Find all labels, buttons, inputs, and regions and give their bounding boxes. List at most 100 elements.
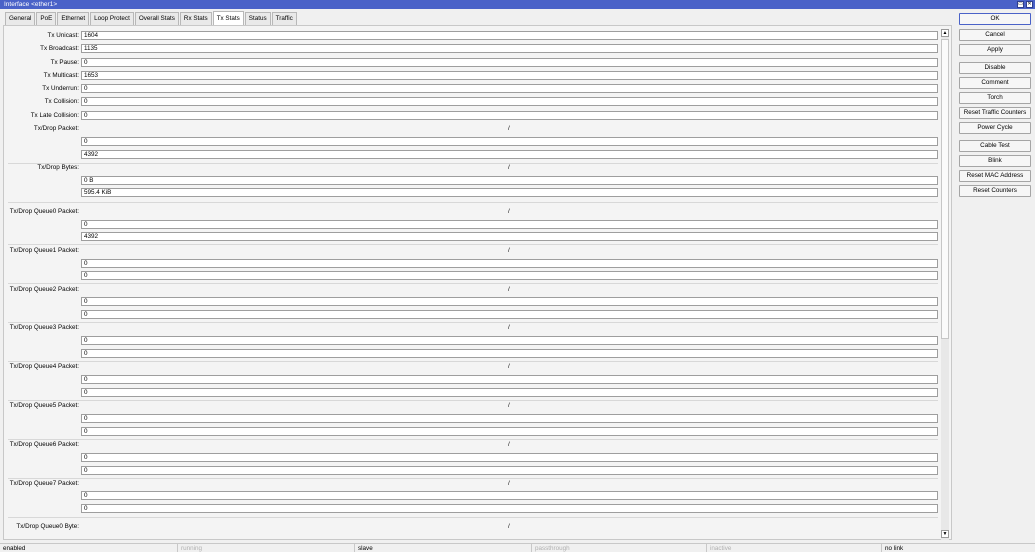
vertical-scrollbar[interactable]: ▲ ▼ (941, 29, 949, 540)
ok-button[interactable]: OK (959, 13, 1031, 25)
blink-button[interactable]: Blink (959, 155, 1031, 167)
queue5-tx-field[interactable]: 0 (81, 414, 938, 423)
queue5-drop-field[interactable]: 0 (81, 427, 938, 436)
field-label: Tx Pause: (50, 59, 79, 66)
tab-rx-stats[interactable]: Rx Stats (179, 12, 212, 25)
field-label: Tx/Drop Queue5 Packet: (9, 402, 79, 409)
tx-underrun-field[interactable]: 0 (81, 84, 938, 93)
close-icon[interactable]: ✕ (1026, 1, 1033, 8)
queue7-tx-field[interactable]: 0 (81, 491, 938, 500)
queue0-byte-header: Tx/Drop Queue0 Byte: / (4, 520, 944, 533)
field-label: Tx/Drop Queue6 Packet: (9, 441, 79, 448)
restore-icon[interactable]: ▭ (1017, 1, 1024, 8)
field-label: Tx/Drop Queue2 Packet: (9, 286, 79, 293)
queue0-drop-field[interactable]: 4392 (81, 232, 938, 241)
field-label: Tx/Drop Packet: (33, 125, 79, 132)
scroll-thumb[interactable] (941, 39, 949, 339)
field-label: Tx/Drop Queue3 Packet: (9, 324, 79, 331)
field-label: Tx Collision: (44, 98, 79, 105)
queue1-drop-row: 0 (4, 269, 944, 282)
tx-collision-field[interactable]: 0 (81, 97, 938, 106)
divider (8, 202, 938, 203)
pair-separator: / (508, 363, 510, 370)
queue7-drop-row: 0 (4, 502, 944, 515)
disable-button[interactable]: Disable (959, 62, 1031, 74)
queue4-tx-row: 0 (4, 373, 944, 386)
status-running: running (178, 544, 355, 552)
queue4-tx-field[interactable]: 0 (81, 375, 938, 384)
reset-traffic-counters-button[interactable]: Reset Traffic Counters (959, 107, 1031, 119)
cable-test-button[interactable]: Cable Test (959, 140, 1031, 152)
comment-button[interactable]: Comment (959, 77, 1031, 89)
tab-general[interactable]: General (5, 12, 36, 25)
queue6-tx-row: 0 (4, 451, 944, 464)
tab-ethernet[interactable]: Ethernet (57, 12, 90, 25)
queue0-packet-header: Tx/Drop Queue0 Packet: / (4, 205, 944, 218)
queue3-packet-header: Tx/Drop Queue3 Packet: / (4, 321, 944, 334)
tx-drop-packet-header: Tx/Drop Packet: / (4, 122, 944, 135)
queue6-tx-field[interactable]: 0 (81, 453, 938, 462)
tx-bytes-field[interactable]: 0 B (81, 176, 938, 185)
window-titlebar[interactable]: Interface <ether1> ▭ ✕ (0, 0, 1035, 9)
status-slave: slave (355, 544, 532, 552)
queue2-drop-field[interactable]: 0 (81, 310, 938, 319)
field-label: Tx/Drop Queue0 Packet: (9, 208, 79, 215)
reset-mac-address-button[interactable]: Reset MAC Address (959, 170, 1031, 182)
tx-collision-row: Tx Collision: 0 (4, 95, 944, 108)
tab-tx-stats[interactable]: Tx Stats (212, 11, 244, 25)
queue3-tx-field[interactable]: 0 (81, 336, 938, 345)
pair-separator: / (508, 208, 510, 215)
queue6-drop-field[interactable]: 0 (81, 466, 938, 475)
tx-late-collision-field[interactable]: 0 (81, 111, 938, 120)
tx-broadcast-field[interactable]: 1135 (81, 44, 938, 53)
queue6-drop-row: 0 (4, 464, 944, 477)
tx-pause-field[interactable]: 0 (81, 58, 938, 67)
drop-packet-field[interactable]: 4392 (81, 150, 938, 159)
tab-traffic[interactable]: Traffic (271, 12, 297, 25)
pair-separator: / (508, 402, 510, 409)
status-bar: enabled running slave passthrough inacti… (0, 543, 1035, 552)
tab-poe[interactable]: PoE (36, 12, 57, 25)
queue3-drop-row: 0 (4, 347, 944, 360)
queue2-tx-row: 0 (4, 295, 944, 308)
field-label: Tx Unicast: (47, 32, 80, 39)
drop-bytes-field[interactable]: 595.4 KiB (81, 188, 938, 197)
queue3-drop-field[interactable]: 0 (81, 349, 938, 358)
tx-late-collision-row: Tx Late Collision: 0 (4, 109, 944, 122)
torch-button[interactable]: Torch (959, 92, 1031, 104)
reset-counters-button[interactable]: Reset Counters (959, 185, 1031, 197)
tab-loop-protect[interactable]: Loop Protect (90, 12, 134, 25)
queue4-drop-field[interactable]: 0 (81, 388, 938, 397)
tx-drop-packet-tx-row: 0 (4, 135, 944, 148)
pair-separator: / (508, 247, 510, 254)
apply-button[interactable]: Apply (959, 44, 1031, 56)
tab-status[interactable]: Status (244, 12, 271, 25)
field-label: Tx/Drop Queue0 Byte: (16, 523, 79, 530)
tx-packet-field[interactable]: 0 (81, 137, 938, 146)
power-cycle-button[interactable]: Power Cycle (959, 122, 1031, 134)
status-inactive: inactive (707, 544, 882, 552)
queue0-tx-field[interactable]: 0 (81, 220, 938, 229)
queue2-tx-field[interactable]: 0 (81, 297, 938, 306)
queue1-tx-field[interactable]: 0 (81, 259, 938, 268)
tx-drop-packet-drop-row: 4392 (4, 148, 944, 161)
tx-drop-bytes-drop-row: 595.4 KiB (4, 186, 944, 199)
field-label: Tx/Drop Queue7 Packet: (9, 480, 79, 487)
scroll-up-icon[interactable]: ▲ (941, 29, 949, 37)
tx-broadcast-row: Tx Broadcast: 1135 (4, 42, 944, 55)
queue5-drop-row: 0 (4, 425, 944, 438)
tx-pause-row: Tx Pause: 0 (4, 56, 944, 69)
tx-stats-panel: Tx Unicast: 1604 Tx Broadcast: 1135 Tx P… (3, 25, 952, 540)
tab-overall-stats[interactable]: Overall Stats (134, 12, 179, 25)
tx-unicast-row: Tx Unicast: 1604 (4, 29, 944, 42)
status-link: no link (885, 545, 904, 552)
cancel-button[interactable]: Cancel (959, 29, 1031, 41)
queue7-drop-field[interactable]: 0 (81, 504, 938, 513)
tx-underrun-row: Tx Underrun: 0 (4, 82, 944, 95)
tx-multicast-field[interactable]: 1653 (81, 71, 938, 80)
queue1-drop-field[interactable]: 0 (81, 271, 938, 280)
tx-unicast-field[interactable]: 1604 (81, 31, 938, 40)
pair-separator: / (508, 324, 510, 331)
field-label: Tx Multicast: (43, 72, 79, 79)
scroll-down-icon[interactable]: ▼ (941, 530, 949, 538)
